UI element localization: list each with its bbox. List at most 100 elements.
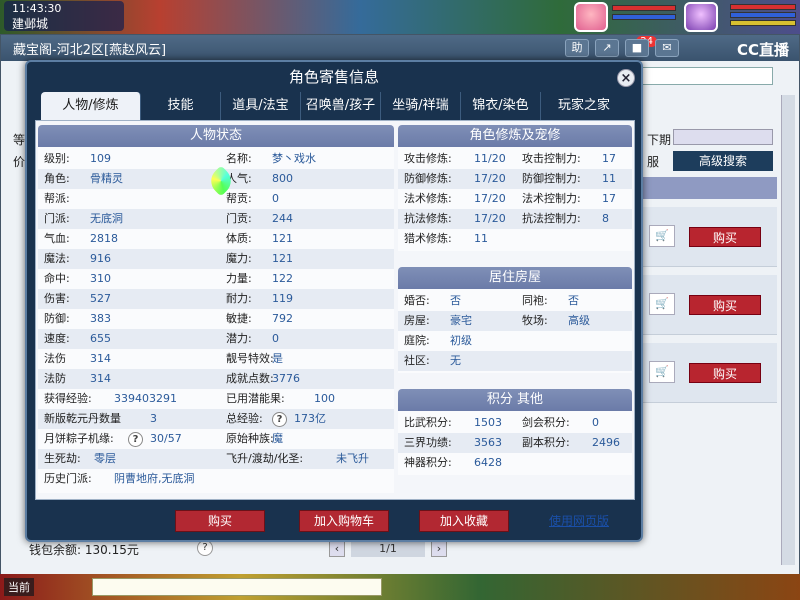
field-value: 未飞升 bbox=[336, 452, 369, 465]
field-label: 魔法: bbox=[44, 252, 70, 265]
help-question-icon[interactable]: ? bbox=[128, 429, 143, 449]
field-label: 攻击修炼: bbox=[404, 152, 452, 165]
field-label: 气血: bbox=[44, 232, 70, 245]
tab-items[interactable]: 道具/法宝 bbox=[221, 92, 301, 120]
field-value: 800 bbox=[272, 172, 293, 185]
field-label: 名称: bbox=[226, 152, 252, 165]
tab-summons[interactable]: 召唤兽/孩子 bbox=[301, 92, 381, 120]
tab-character[interactable]: 人物/修炼 bbox=[41, 92, 141, 120]
market-toolbar: 助 ↗ ■ ✉ bbox=[565, 39, 679, 57]
field-value: 梦丶戏水 bbox=[272, 152, 316, 165]
market-title: 藏宝阁-河北2区[燕赵风云] bbox=[13, 43, 167, 58]
buy-button[interactable]: 购买 bbox=[689, 363, 761, 383]
prev-page-button[interactable]: ‹ bbox=[329, 541, 345, 557]
add-to-favorites-button[interactable]: 加入收藏 bbox=[419, 510, 509, 532]
field-value: 无底洞 bbox=[90, 212, 123, 225]
field-value: 916 bbox=[90, 252, 111, 265]
cart-icon[interactable]: 🛒 bbox=[649, 225, 675, 247]
field-value: 244 bbox=[272, 212, 293, 225]
info-row: 庭院: 初级 bbox=[398, 331, 632, 351]
pet-hp-bar bbox=[612, 5, 676, 11]
field-label: 耐力: bbox=[226, 292, 252, 305]
field-value: 527 bbox=[90, 292, 111, 305]
field-value: 121 bbox=[272, 232, 293, 245]
stop-icon[interactable]: ■ bbox=[625, 39, 649, 57]
field-label: 神器积分: bbox=[404, 456, 452, 469]
field-value: 383 bbox=[90, 312, 111, 325]
field-label: 剑会积分: bbox=[522, 416, 570, 429]
web-version-link[interactable]: 使用网页版 bbox=[549, 512, 609, 529]
market-title-bar: 藏宝阁-河北2区[燕赵风云] bbox=[1, 35, 799, 61]
field-value: 11 bbox=[474, 232, 488, 245]
info-row: 社区: 无 bbox=[398, 351, 632, 371]
dialog-tabs: 人物/修炼 技能 道具/法宝 召唤兽/孩子 坐骑/祥瑞 锦衣/染色 玩家之家 bbox=[41, 92, 627, 120]
buy-button[interactable]: 购买 bbox=[689, 227, 761, 247]
cultivation-panel: 攻击修炼: 11/20 攻击控制力: 17 防御修炼: 17/20 防御控制力: 11 法术修炼… bbox=[398, 147, 632, 251]
chat-input[interactable] bbox=[92, 578, 382, 596]
chat-icon[interactable]: ✉ bbox=[655, 39, 679, 57]
player-portrait[interactable] bbox=[684, 2, 718, 32]
next-page-button[interactable]: › bbox=[431, 541, 447, 557]
info-row: 速度: 655 潜力: 0 bbox=[38, 329, 394, 349]
advanced-search-button[interactable]: 高级搜索 bbox=[673, 151, 773, 171]
city-name: 建邺城 bbox=[12, 17, 49, 31]
dialog-button-bar: 购买 加入购物车 加入收藏 使用网页版 bbox=[27, 510, 641, 534]
tab-outfits[interactable]: 锦衣/染色 bbox=[461, 92, 541, 120]
tab-skills[interactable]: 技能 bbox=[141, 92, 221, 120]
field-label: 比武积分: bbox=[404, 416, 452, 429]
info-row: 生死劫: 零层 飞升/渡劫/化圣: 未飞升 bbox=[38, 449, 394, 469]
field-value: 173亿 bbox=[294, 412, 326, 425]
info-row: 防御修炼: 17/20 防御控制力: 11 bbox=[398, 169, 632, 189]
share-icon[interactable]: ↗ bbox=[595, 39, 619, 57]
field-label: 法术修炼: bbox=[404, 192, 452, 205]
field-value: 121 bbox=[272, 252, 293, 265]
date-label: 下期 bbox=[647, 133, 672, 147]
pagination: ‹ 1/1 › bbox=[329, 541, 447, 557]
cart-icon[interactable]: 🛒 bbox=[649, 361, 675, 383]
buy-button[interactable]: 购买 bbox=[689, 295, 761, 315]
field-label: 潜力: bbox=[226, 332, 252, 345]
field-label: 新版乾元丹数量 bbox=[44, 412, 121, 425]
player-anger-bar bbox=[730, 20, 796, 26]
field-value: 30/57 bbox=[150, 432, 182, 445]
info-row: 历史门派: 阴曹地府,无底洞 bbox=[38, 469, 394, 489]
help-icon[interactable]: 助 bbox=[565, 39, 589, 57]
tab-player-home[interactable]: 玩家之家 bbox=[541, 92, 627, 120]
field-label: 房屋: bbox=[404, 314, 430, 327]
field-label: 角色: bbox=[44, 172, 70, 185]
field-label: 获得经验: bbox=[44, 392, 92, 405]
help-question-icon[interactable]: ? bbox=[197, 540, 213, 556]
info-row: 魔法: 916 魔力: 121 bbox=[38, 249, 394, 269]
field-label: 力量: bbox=[226, 272, 252, 285]
field-value: 否 bbox=[450, 294, 461, 307]
info-row: 门派: 无底洞 门贡: 244 bbox=[38, 209, 394, 229]
field-value: 0 bbox=[592, 416, 599, 429]
field-label: 原始种族: bbox=[226, 432, 274, 445]
tab-mounts[interactable]: 坐骑/祥瑞 bbox=[381, 92, 461, 120]
help-question-icon[interactable]: ? bbox=[272, 409, 287, 429]
field-value: 否 bbox=[568, 294, 579, 307]
cart-icon[interactable]: 🛒 bbox=[649, 293, 675, 315]
field-label: 牧场: bbox=[522, 314, 548, 327]
info-row: 气血: 2818 体质: 121 bbox=[38, 229, 394, 249]
date-filter-input[interactable] bbox=[673, 129, 773, 145]
list-header bbox=[631, 177, 777, 199]
field-label: 副本积分: bbox=[522, 436, 570, 449]
add-to-cart-button[interactable]: 加入购物车 bbox=[299, 510, 389, 532]
field-value: 792 bbox=[272, 312, 293, 325]
points-panel-header: 积分 其他 bbox=[398, 389, 632, 411]
server-label: 服 bbox=[647, 155, 660, 169]
pet-portrait[interactable] bbox=[574, 2, 608, 32]
field-value: 310 bbox=[90, 272, 111, 285]
field-value: 17 bbox=[602, 152, 616, 165]
field-label: 飞升/渡劫/化圣: bbox=[226, 452, 304, 465]
housing-panel: 婚否: 否 同袍: 否房屋: 豪宅 牧场: 高级 庭院: 初级 社区: 无 bbox=[398, 289, 632, 373]
buy-button[interactable]: 购买 bbox=[175, 510, 265, 532]
player-hp-bar bbox=[730, 4, 796, 10]
wallet-balance: 钱包余额: 130.15元 bbox=[29, 543, 139, 557]
field-value: 2496 bbox=[592, 436, 620, 449]
close-icon[interactable]: × bbox=[617, 69, 635, 87]
field-value: 119 bbox=[272, 292, 293, 305]
market-scrollbar[interactable] bbox=[781, 95, 795, 565]
market-search-input[interactable] bbox=[641, 67, 773, 85]
